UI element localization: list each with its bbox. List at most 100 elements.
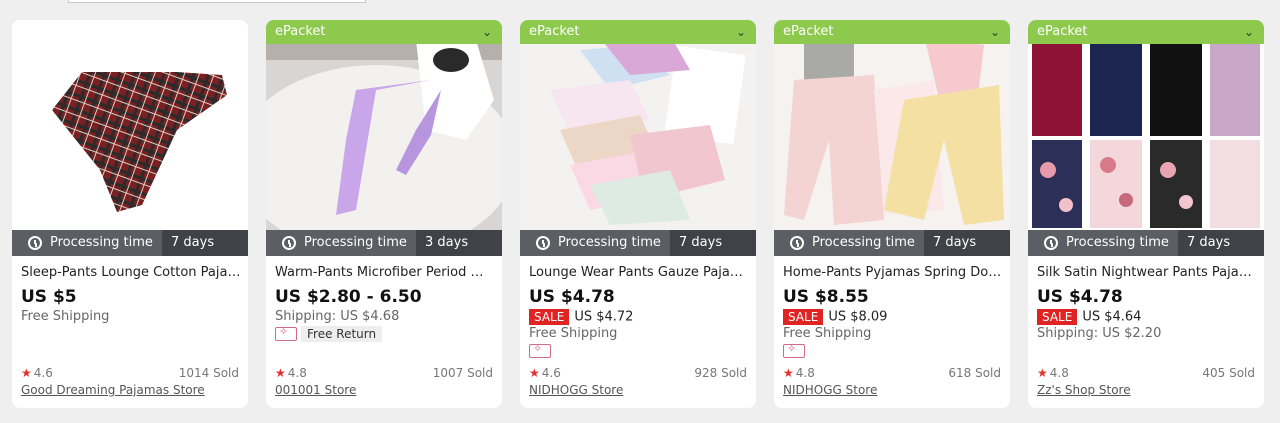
sold-count: 1007 Sold xyxy=(432,366,493,380)
clock-icon xyxy=(790,236,804,250)
store-link[interactable]: 001001 Store xyxy=(275,383,356,397)
epacket-banner[interactable]: ePacket ⌄ xyxy=(520,20,756,44)
shipping-info: Shipping: US $4.68 xyxy=(275,309,400,324)
epacket-label: ePacket xyxy=(529,24,580,39)
processing-label: Processing time xyxy=(1066,235,1169,250)
chevron-down-icon[interactable]: ⌄ xyxy=(736,20,746,44)
rating: ★ 4.8 xyxy=(1037,366,1069,380)
rating-value: 4.8 xyxy=(795,366,815,380)
sale-row: SALE US $8.09 xyxy=(783,309,887,325)
badges-row: Free Return xyxy=(275,325,383,342)
processing-days: 7 days xyxy=(1178,230,1264,256)
product-price: US $8.55 xyxy=(783,287,869,307)
product-card[interactable]: ePacket ⌄ Processing time 7 days Home-Pan… xyxy=(774,20,1010,408)
epacket-label: ePacket xyxy=(1037,24,1088,39)
processing-time-bar: Processing time 7 days xyxy=(12,230,248,256)
sale-price: US $4.64 xyxy=(1082,309,1142,325)
star-icon: ★ xyxy=(529,366,540,380)
product-image[interactable] xyxy=(12,20,248,230)
processing-days: 3 days xyxy=(416,230,502,256)
sale-badge: SALE xyxy=(1037,309,1078,325)
chevron-down-icon[interactable]: ⌄ xyxy=(482,20,492,44)
rating: ★ 4.8 xyxy=(783,366,815,380)
shipping-info: Free Shipping xyxy=(529,326,618,341)
star-icon: ★ xyxy=(275,366,286,380)
coupon-icon xyxy=(275,325,297,341)
epacket-banner[interactable]: ePacket ⌄ xyxy=(266,20,502,44)
rating: ★ 4.6 xyxy=(21,366,53,380)
sale-row: SALE US $4.64 xyxy=(1037,309,1141,325)
product-card[interactable]: ePacket ⌄ Processing time 3 days Warm-Pan… xyxy=(266,20,502,408)
shipping-info: Free Shipping xyxy=(21,309,110,324)
product-image[interactable] xyxy=(520,20,756,230)
processing-label: Processing time xyxy=(50,235,153,250)
star-icon: ★ xyxy=(1037,366,1048,380)
sold-count: 405 Sold xyxy=(1202,366,1255,380)
coupon-icon xyxy=(529,342,551,358)
badges-row xyxy=(783,342,805,358)
epacket-banner[interactable]: ePacket ⌄ xyxy=(1028,20,1264,44)
free-return-badge: Free Return xyxy=(301,326,383,342)
star-icon: ★ xyxy=(783,366,794,380)
sale-badge: SALE xyxy=(783,309,824,325)
clock-icon xyxy=(282,236,296,250)
product-title[interactable]: Warm-Pants Microfiber Period Women Pants xyxy=(275,265,495,280)
rating-value: 4.8 xyxy=(287,366,307,380)
processing-time-bar: Processing time 3 days xyxy=(266,230,502,256)
processing-days: 7 days xyxy=(670,230,756,256)
product-title[interactable]: Home-Pants Pyjamas Spring Double Gauze xyxy=(783,265,1003,280)
product-image[interactable] xyxy=(1028,20,1264,230)
product-card[interactable]: ePacket ⌄ Processing time 7 days Silk Sat… xyxy=(1028,20,1264,408)
search-bar-edge xyxy=(68,0,366,3)
rating-value: 4.6 xyxy=(33,366,53,380)
clock-icon xyxy=(1044,236,1058,250)
processing-time-bar: Processing time 7 days xyxy=(774,230,1010,256)
store-link[interactable]: Zz's Shop Store xyxy=(1037,383,1131,397)
product-price: US $2.80 - 6.50 xyxy=(275,287,422,307)
sale-row: SALE US $4.72 xyxy=(529,309,633,325)
sold-count: 618 Sold xyxy=(948,366,1001,380)
sold-count: 928 Sold xyxy=(694,366,747,380)
product-card[interactable]: ePacket ⌄ Processing time 7 days Lounge W… xyxy=(520,20,756,408)
product-card[interactable]: Processing time 7 days Sleep-Pants Loung… xyxy=(12,20,248,408)
plaid-pants-image xyxy=(12,20,248,230)
store-link[interactable]: NIDHOGG Store xyxy=(529,383,623,397)
processing-time-bar: Processing time 7 days xyxy=(1028,230,1264,256)
processing-time-bar: Processing time 7 days xyxy=(520,230,756,256)
satin-pants-grid-image xyxy=(1028,20,1264,230)
product-image[interactable] xyxy=(266,20,502,230)
sale-price: US $8.09 xyxy=(828,309,888,325)
rating: ★ 4.6 xyxy=(529,366,561,380)
chevron-down-icon[interactable]: ⌄ xyxy=(990,20,1000,44)
epacket-label: ePacket xyxy=(275,24,326,39)
rating: ★ 4.8 xyxy=(275,366,307,380)
product-image[interactable] xyxy=(774,20,1010,230)
sold-count: 1014 Sold xyxy=(178,366,239,380)
processing-label: Processing time xyxy=(304,235,407,250)
clock-icon xyxy=(536,236,550,250)
store-link[interactable]: Good Dreaming Pajamas Store xyxy=(21,383,205,397)
pastel-pants-image xyxy=(774,20,1010,230)
print-shorts-image xyxy=(520,20,756,230)
product-price: US $4.78 xyxy=(1037,287,1123,307)
chevron-down-icon[interactable]: ⌄ xyxy=(1244,20,1254,44)
shipping-info: Shipping: US $2.20 xyxy=(1037,326,1162,341)
processing-days: 7 days xyxy=(924,230,1010,256)
product-title[interactable]: Sleep-Pants Lounge Cotton Pajama Pants xyxy=(21,265,241,280)
epacket-banner[interactable]: ePacket ⌄ xyxy=(774,20,1010,44)
product-price: US $5 xyxy=(21,287,77,307)
coupon-icon xyxy=(783,342,805,358)
sale-price: US $4.72 xyxy=(574,309,634,325)
rating-value: 4.8 xyxy=(1049,366,1069,380)
processing-days: 7 days xyxy=(162,230,248,256)
product-title[interactable]: Lounge Wear Pants Gauze Pajama Shorts xyxy=(529,265,749,280)
product-title[interactable]: Silk Satin Nightwear Pants Pajama Bottom… xyxy=(1037,265,1257,280)
badges-row xyxy=(529,342,551,358)
product-price: US $4.78 xyxy=(529,287,615,307)
rating-value: 4.6 xyxy=(541,366,561,380)
store-link[interactable]: NIDHOGG Store xyxy=(783,383,877,397)
lilac-pants-image xyxy=(266,20,502,230)
epacket-label: ePacket xyxy=(783,24,834,39)
processing-label: Processing time xyxy=(812,235,915,250)
star-icon: ★ xyxy=(21,366,32,380)
